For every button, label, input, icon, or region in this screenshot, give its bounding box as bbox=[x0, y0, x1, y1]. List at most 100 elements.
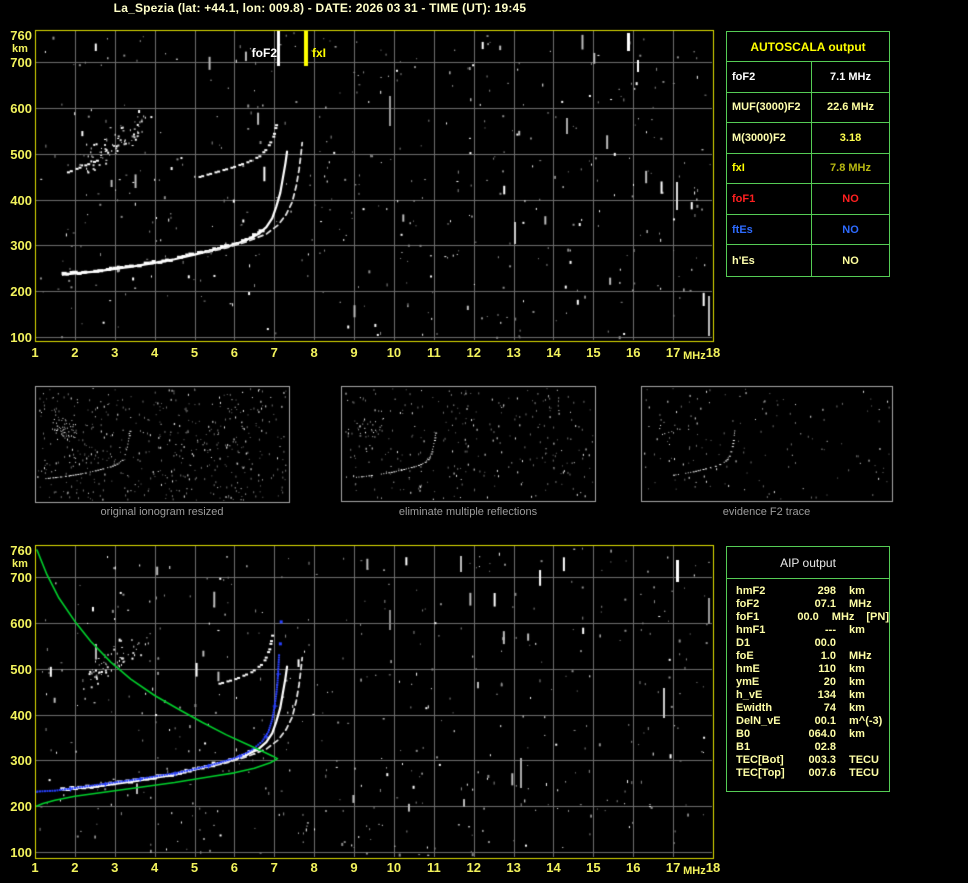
y-tick-label: 700 bbox=[10, 55, 32, 71]
autoscala-row-label: fxI bbox=[727, 153, 812, 184]
aip-row-b0: B0 064.0 km bbox=[727, 728, 889, 741]
autoscala-row-label: MUF(3000)F2 bbox=[727, 92, 812, 123]
x-tick-label: 5 bbox=[190, 860, 199, 875]
autoscala-row-fof1: foF1 NO bbox=[727, 184, 889, 215]
aip-row-fof2: foF2 07.1 MHz bbox=[727, 598, 889, 611]
aip-row-yme: ymE 20 km bbox=[727, 676, 889, 689]
y-axis-unit-label: km bbox=[12, 558, 28, 570]
y-tick-label: 500 bbox=[10, 146, 32, 162]
aip-row-b1: B1 02.8 bbox=[727, 741, 889, 754]
aip-label: TEC[Bot] bbox=[736, 754, 784, 766]
autoscala-row-value: NO bbox=[842, 223, 859, 236]
aip-value: 007.6 bbox=[808, 767, 836, 779]
y-tick-label: 300 bbox=[10, 238, 32, 254]
y-tick-label: 400 bbox=[10, 707, 32, 723]
x-tick-label: 12 bbox=[466, 345, 481, 360]
aip-table-title: AIP output bbox=[727, 547, 889, 579]
autoscala-row-h-es: h'Es NO bbox=[727, 245, 889, 276]
autoscala-table-title: AUTOSCALA output bbox=[727, 32, 889, 62]
station-title: La_Spezia (lat: +44.1, lon: 009.8) - DAT… bbox=[113, 1, 527, 15]
aip-value: 003.3 bbox=[808, 754, 836, 766]
x-tick-label: 5 bbox=[190, 345, 199, 360]
autoscala-row-label: foF2 bbox=[727, 62, 812, 92]
aip-row-tec-top-: TEC[Top] 007.6 TECU bbox=[727, 767, 889, 780]
x-tick-label: 8 bbox=[310, 345, 318, 360]
x-tick-label: 1 bbox=[31, 345, 39, 360]
y-tick-label: 100 bbox=[10, 330, 32, 345]
autoscala-row-value: 7.8 MHz bbox=[830, 162, 871, 175]
aip-row-deln-ve: DelN_vE 00.1 m^(-3) bbox=[727, 715, 889, 728]
aip-extra: [PN] bbox=[866, 611, 889, 623]
aip-value: 74 bbox=[823, 702, 836, 714]
x-tick-label: 4 bbox=[151, 345, 159, 360]
aip-unit: TECU bbox=[849, 767, 879, 779]
y-tick-label: 200 bbox=[10, 799, 32, 815]
aip-label: B0 bbox=[736, 728, 751, 740]
autoscala-row-m-3000-f2: M(3000)F2 3.18 bbox=[727, 123, 889, 154]
aip-unit: km bbox=[849, 624, 865, 636]
x-tick-label: 10 bbox=[386, 345, 402, 360]
aip-label: DelN_vE bbox=[736, 715, 781, 727]
y-tick-label: 100 bbox=[10, 845, 32, 860]
aip-unit: TECU bbox=[849, 754, 879, 766]
autoscala-row-ftes: ftEs NO bbox=[727, 214, 889, 246]
x-tick-label: 17 bbox=[665, 860, 681, 875]
aip-label: D1 bbox=[736, 637, 751, 649]
x-axis-unit-label: MHz bbox=[683, 865, 706, 877]
aip-table-rows: hmF2 298 km foF2 07.1 MHz foF1 00.0 MHz [PN] hmF1-… bbox=[727, 579, 889, 780]
aip-unit: m^(-3) bbox=[849, 715, 883, 727]
thumbnail-caption-evidence: evidence F2 trace bbox=[722, 506, 811, 518]
autoscala-row-value: 7.1 MHz bbox=[830, 70, 871, 83]
x-tick-label: 6 bbox=[230, 860, 239, 875]
aip-row-hmf2: hmF2 298 km bbox=[727, 585, 889, 598]
aip-label: Ewidth bbox=[736, 702, 773, 714]
thumbnail-caption-eliminate: eliminate multiple reflections bbox=[398, 506, 538, 518]
x-tick-label: 3 bbox=[111, 860, 119, 875]
x-tick-label: 15 bbox=[586, 345, 601, 360]
autoscala-row-muf-3000-f2: MUF(3000)F2 22.6 MHz bbox=[727, 92, 889, 124]
x-tick-label: 16 bbox=[626, 345, 641, 360]
aip-value: 1.0 bbox=[820, 650, 836, 662]
x-tick-label: 9 bbox=[350, 345, 358, 360]
y-tick-label: 500 bbox=[10, 661, 32, 677]
autoscala-row-label: M(3000)F2 bbox=[727, 123, 812, 153]
aip-value: 110 bbox=[818, 663, 836, 675]
x-tick-label: 1 bbox=[31, 860, 39, 875]
aip-row-foe: foE 1.0 MHz bbox=[727, 650, 889, 663]
aip-label: foF1 bbox=[736, 611, 760, 623]
aip-label: ymE bbox=[736, 676, 760, 688]
autoscala-row-value: NO bbox=[842, 254, 859, 267]
autoscala-row-value: 22.6 MHz bbox=[826, 101, 875, 114]
aip-value: --- bbox=[825, 624, 836, 636]
aip-label: B1 bbox=[736, 741, 751, 753]
x-tick-label: 7 bbox=[270, 860, 278, 875]
y-tick-label: 600 bbox=[10, 616, 32, 632]
x-tick-label: 11 bbox=[426, 860, 441, 875]
aip-unit: km bbox=[849, 676, 865, 688]
aip-value: 00.0 bbox=[797, 611, 819, 623]
x-tick-label: 6 bbox=[230, 345, 239, 360]
aip-row-ewidth: Ewidth 74 km bbox=[727, 702, 889, 715]
aip-value: 07.1 bbox=[814, 598, 836, 610]
fxI-marker-label: fxI bbox=[312, 46, 327, 60]
aip-label: hmE bbox=[736, 663, 760, 675]
autoscala-row-value: 3.18 bbox=[839, 131, 862, 144]
aip-row-hmf1: hmF1 --- km bbox=[727, 624, 889, 637]
aip-unit: MHz bbox=[849, 650, 872, 662]
aip-unit: km bbox=[849, 728, 865, 740]
x-tick-label: 12 bbox=[466, 860, 481, 875]
aip-value: 20 bbox=[823, 676, 836, 688]
x-tick-label: 8 bbox=[310, 860, 318, 875]
aip-unit: km bbox=[849, 702, 865, 714]
autoscala-output-table: AUTOSCALA output foF2 7.1 MHz MUF(3000)F2 2… bbox=[726, 31, 890, 277]
x-tick-label: 10 bbox=[386, 860, 402, 875]
x-tick-label: 9 bbox=[350, 860, 358, 875]
aip-value: 298 bbox=[817, 585, 836, 597]
x-tick-label: 17 bbox=[665, 345, 681, 360]
autoscala-row-label: h'Es bbox=[727, 245, 812, 276]
x-tick-label: 13 bbox=[506, 860, 521, 875]
x-tick-label: 15 bbox=[586, 860, 601, 875]
aip-row-d1: D1 00.0 bbox=[727, 637, 889, 650]
x-tick-label: 14 bbox=[546, 860, 561, 875]
aip-label: foE bbox=[736, 650, 754, 662]
